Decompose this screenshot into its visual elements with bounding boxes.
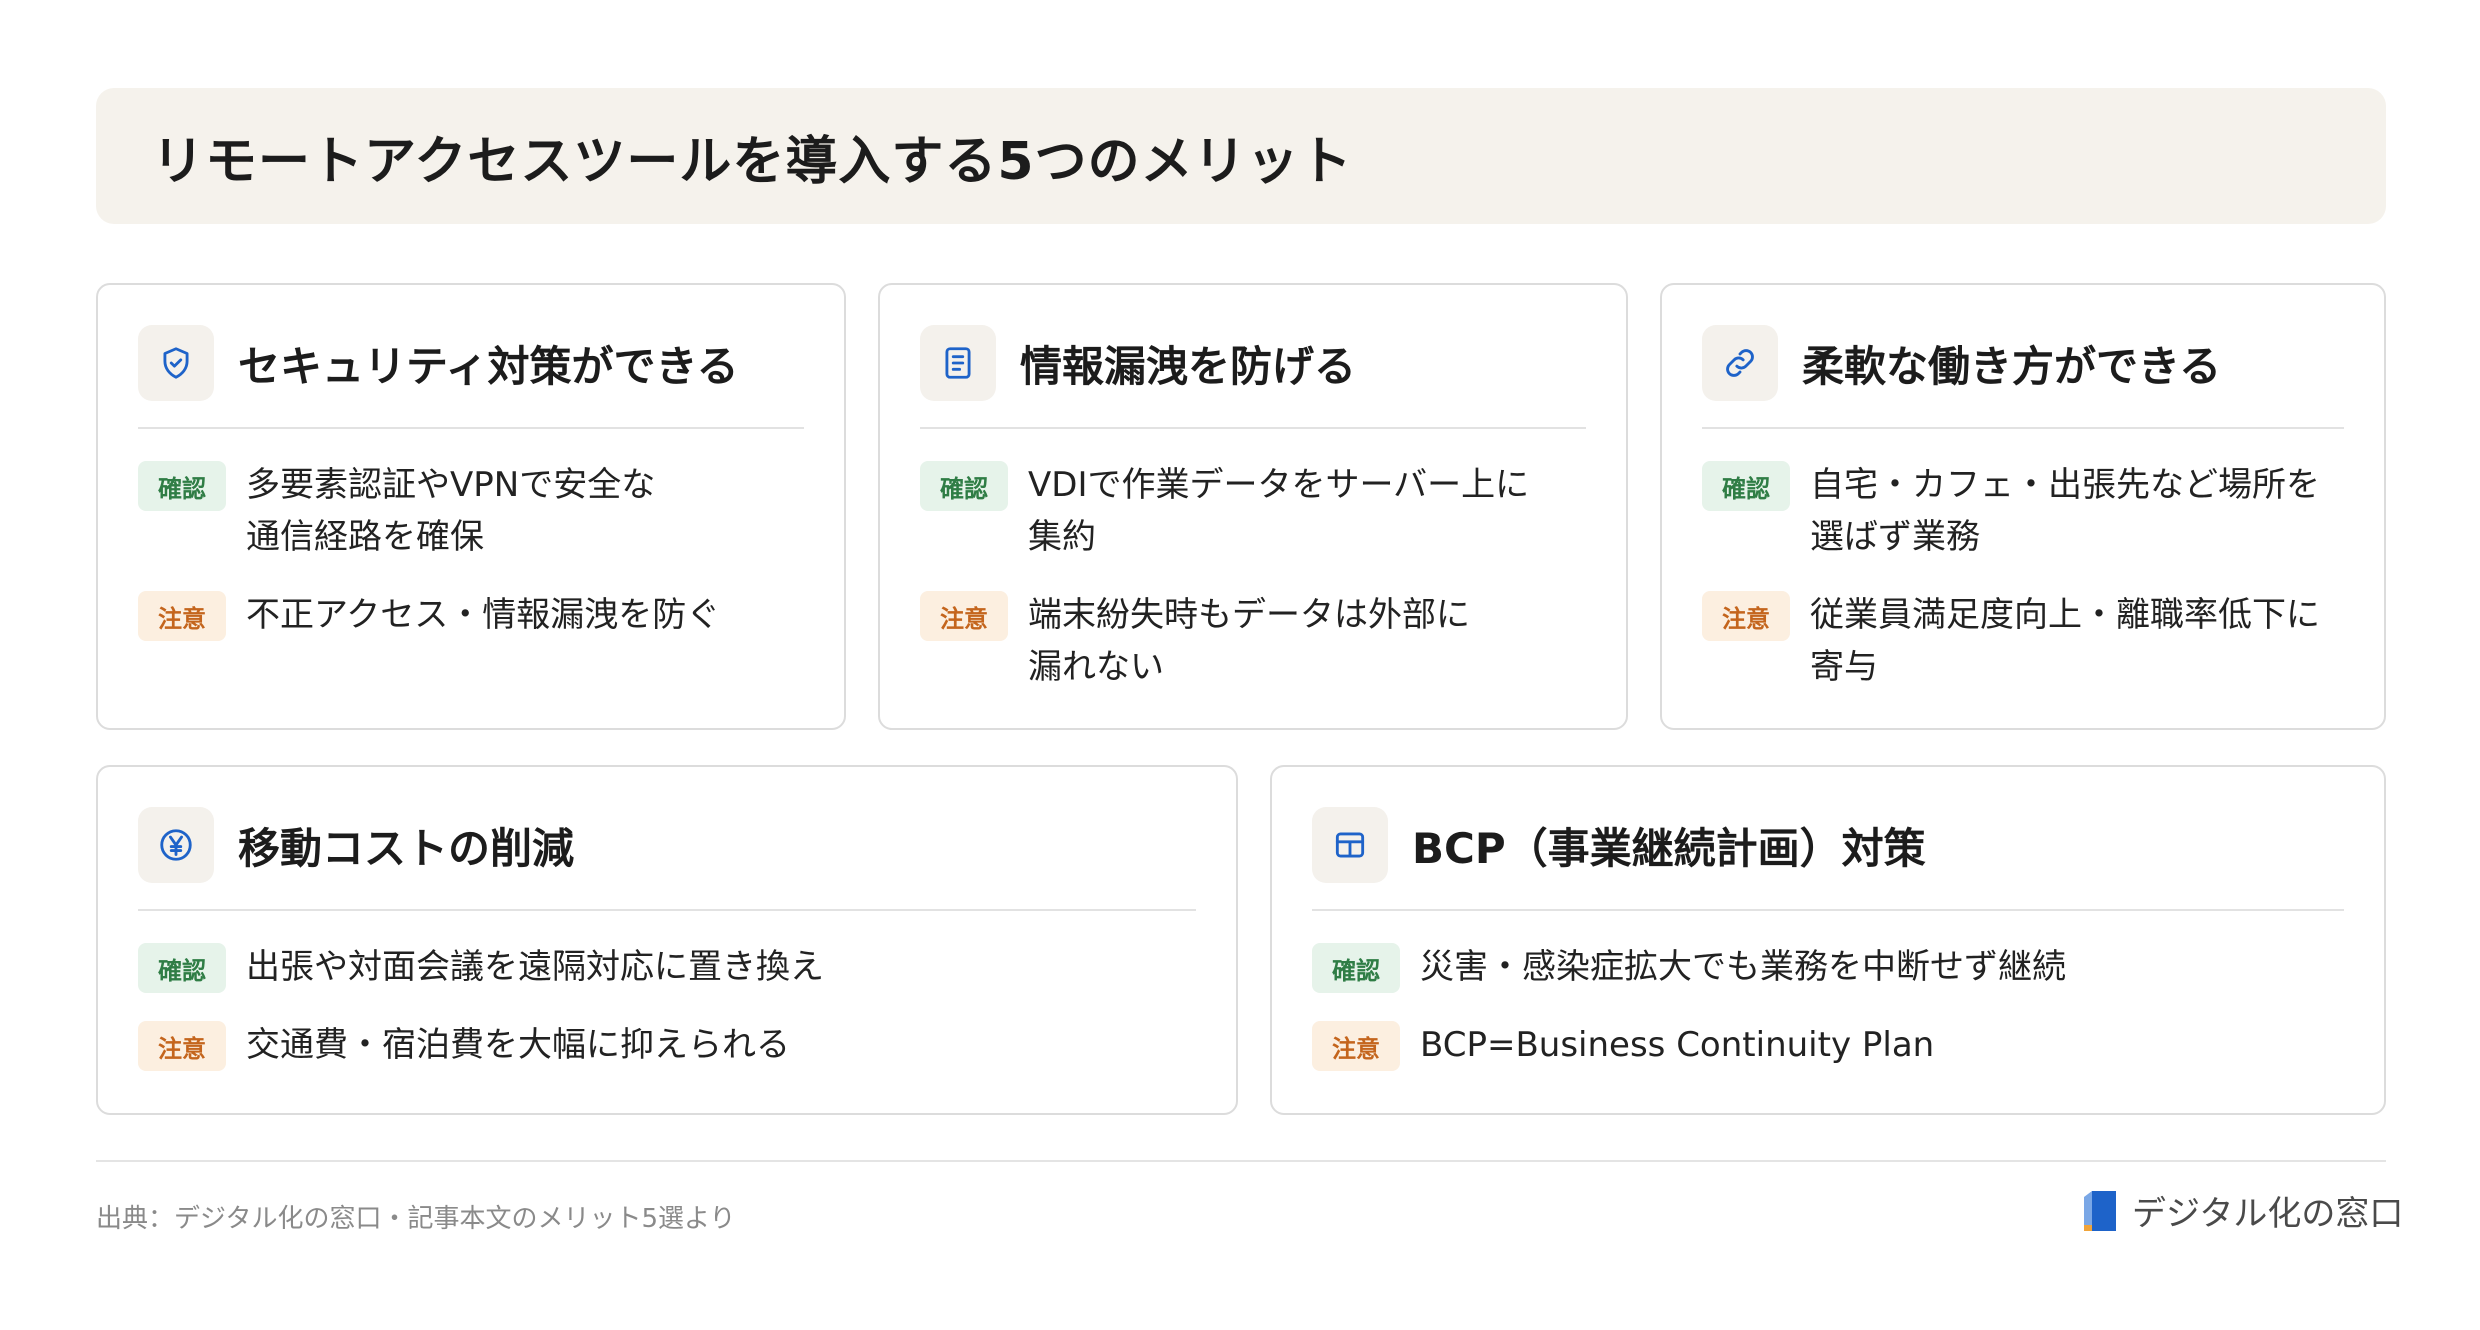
caution-row: 注意 BCP=Business Continuity Plan xyxy=(1312,1019,2344,1071)
confirm-text: 多要素認証やVPNで安全な 通信経路を確保 xyxy=(246,465,656,557)
card-bcp: BCP（事業継続計画）対策 確認 災害・感染症拡大でも業務を中断せず継続 注意 … xyxy=(1270,765,2386,1115)
card-flexible-work: 柔軟な働き方ができる 確認 自宅・カフェ・出張先など場所を 選ばず業務 注意 従業… xyxy=(1660,283,2386,730)
card-leak-prevention: 情報漏洩を防げる 確認 VDIで作業データをサーバー上に 集約 注意 端末紛失時も… xyxy=(878,283,1628,730)
yen-icon xyxy=(138,807,214,883)
source-note: 出典：デジタル化の窓口・記事本文のメリット5選より xyxy=(96,1204,736,1234)
logo-icon xyxy=(2084,1190,2116,1231)
shield-icon xyxy=(138,325,214,401)
confirm-text: 災害・感染症拡大でも業務を中断せず継続 xyxy=(1420,947,2066,987)
card-travel-cost: 移動コストの削減 確認 出張や対面会議を遠隔対応に置き換え 注意 交通費・宿泊費… xyxy=(96,765,1238,1115)
confirm-row: 確認 自宅・カフェ・出張先など場所を 選ばず業務 xyxy=(1702,459,2344,563)
confirm-text: 自宅・カフェ・出張先など場所を 選ばず業務 xyxy=(1810,465,2320,557)
confirm-row: 確認 災害・感染症拡大でも業務を中断せず継続 xyxy=(1312,941,2344,993)
divider xyxy=(1702,427,2344,429)
footer-divider xyxy=(96,1160,2386,1162)
card-title: 情報漏洩を防げる xyxy=(1020,341,1357,391)
caution-badge: 注意 xyxy=(138,1021,226,1071)
divider xyxy=(920,427,1586,429)
logo-text: デジタル化の窓口 xyxy=(2132,1194,2404,1234)
card-security: セキュリティ対策ができる 確認 多要素認証やVPNで安全な 通信経路を確保 注意 … xyxy=(96,283,846,730)
divider xyxy=(1312,909,2344,911)
confirm-row: 確認 多要素認証やVPNで安全な 通信経路を確保 xyxy=(138,459,804,563)
caution-badge: 注意 xyxy=(920,591,1008,641)
caution-badge: 注意 xyxy=(138,591,226,641)
confirm-badge: 確認 xyxy=(920,461,1008,511)
grid-icon xyxy=(1312,807,1388,883)
caution-row: 注意 交通費・宿泊費を大幅に抑えられる xyxy=(138,1019,1196,1071)
card-title: 柔軟な働き方ができる xyxy=(1802,341,2222,391)
caution-text: 端末紛失時もデータは外部に 漏れない xyxy=(1028,595,1470,687)
link-icon xyxy=(1702,325,1778,401)
caution-text: 従業員満足度向上・離職率低下に 寄与 xyxy=(1810,595,2320,687)
caution-row: 注意 不正アクセス・情報漏洩を防ぐ xyxy=(138,589,804,641)
caution-row: 注意 端末紛失時もデータは外部に 漏れない xyxy=(920,589,1586,693)
confirm-badge: 確認 xyxy=(138,461,226,511)
confirm-badge: 確認 xyxy=(138,943,226,993)
divider xyxy=(138,909,1196,911)
title-banner: リモートアクセスツールを導入する5つのメリット xyxy=(96,88,2386,224)
confirm-text: 出張や対面会議を遠隔対応に置き換え xyxy=(246,947,824,987)
page-title: リモートアクセスツールを導入する5つのメリット xyxy=(152,131,1353,192)
confirm-row: 確認 VDIで作業データをサーバー上に 集約 xyxy=(920,459,1586,563)
card-title: セキュリティ対策ができる xyxy=(238,341,739,391)
card-title: 移動コストの削減 xyxy=(238,823,575,873)
card-title: BCP（事業継続計画）対策 xyxy=(1412,823,1926,873)
caution-badge: 注意 xyxy=(1702,591,1790,641)
document-icon xyxy=(920,325,996,401)
caution-text: BCP=Business Continuity Plan xyxy=(1420,1025,1935,1065)
caution-row: 注意 従業員満足度向上・離職率低下に 寄与 xyxy=(1702,589,2344,693)
confirm-badge: 確認 xyxy=(1312,943,1400,993)
caution-text: 不正アクセス・情報漏洩を防ぐ xyxy=(246,595,721,635)
divider xyxy=(138,427,804,429)
caution-text: 交通費・宿泊費を大幅に抑えられる xyxy=(246,1025,790,1065)
confirm-text: VDIで作業データをサーバー上に 集約 xyxy=(1028,465,1530,557)
caution-badge: 注意 xyxy=(1312,1021,1400,1071)
confirm-row: 確認 出張や対面会議を遠隔対応に置き換え xyxy=(138,941,1196,993)
confirm-badge: 確認 xyxy=(1702,461,1790,511)
brand-logo: デジタル化の窓口 xyxy=(2080,1186,2403,1235)
